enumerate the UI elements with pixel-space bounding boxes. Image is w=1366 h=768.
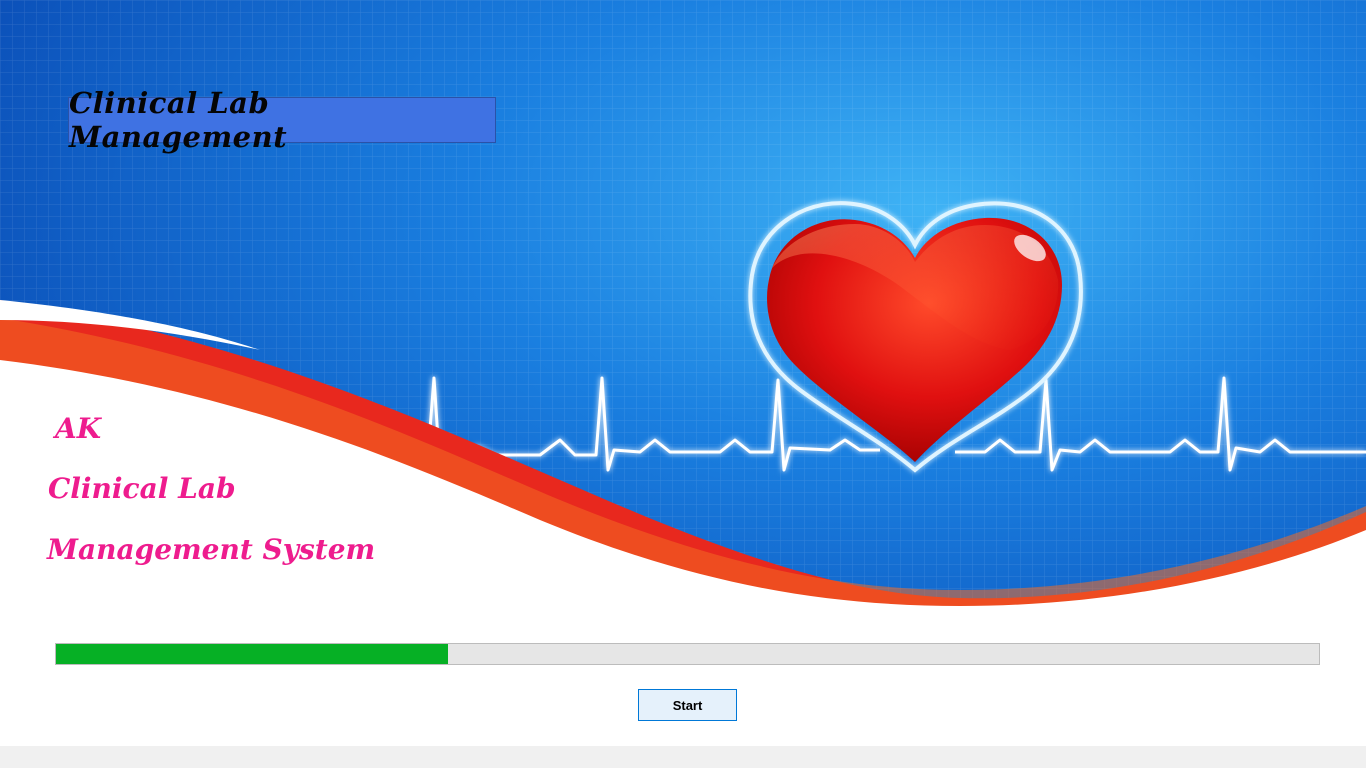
brand-ak: AK bbox=[55, 412, 102, 445]
app-title: Clinical Lab Management bbox=[69, 86, 288, 154]
start-button[interactable]: Start bbox=[638, 689, 737, 721]
brand-line-management-system: Management System bbox=[47, 533, 376, 566]
app-title-box: Clinical Lab Management bbox=[68, 86, 496, 154]
window-bottom-strip bbox=[0, 746, 1366, 768]
progress-fill bbox=[56, 644, 448, 664]
splash-window: Clinical Lab Management AK Clinical Lab … bbox=[0, 0, 1366, 746]
loading-progress-bar bbox=[55, 643, 1320, 665]
brand-line-clinical-lab: Clinical Lab bbox=[48, 472, 236, 505]
